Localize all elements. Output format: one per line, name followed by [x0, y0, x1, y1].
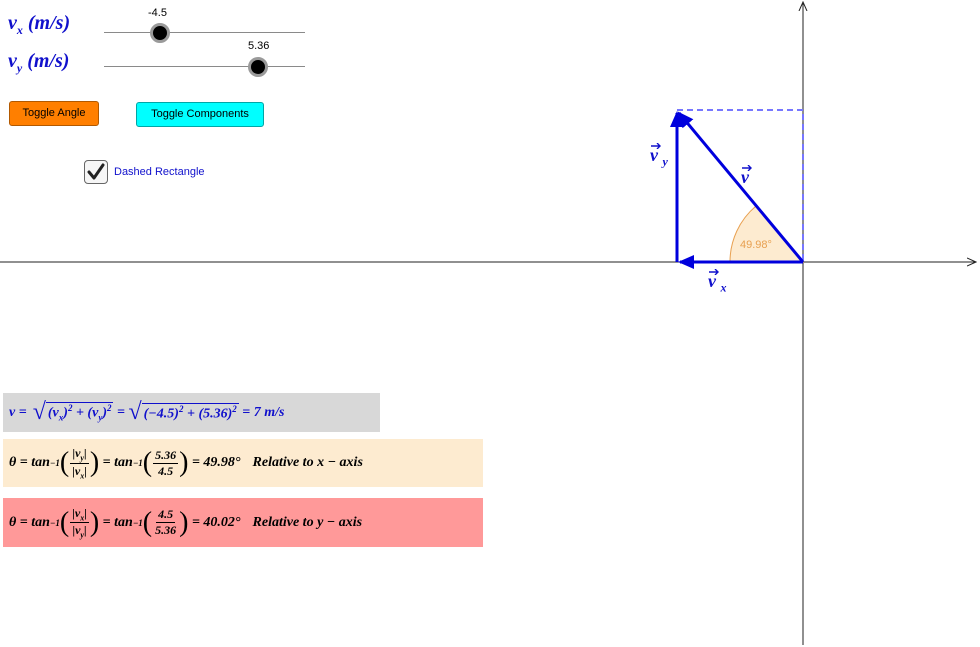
sqrt-icon: √ — [128, 399, 142, 425]
vector-vx-label: v x — [708, 269, 727, 296]
theta-y-num-close: | — [84, 505, 87, 520]
magnitude-n2-exp: 2 — [232, 403, 237, 414]
theta-x-lhs: θ = tan — [9, 455, 50, 470]
vector-arrow-icon — [651, 143, 661, 149]
vector-vy-label: v y — [650, 143, 668, 170]
vx-slider-knob[interactable] — [150, 23, 170, 43]
vy-slider-knob[interactable] — [248, 57, 268, 77]
theta-x-num-close: | — [83, 446, 87, 461]
theta-y-den-close: | — [83, 523, 87, 537]
magnitude-equals: = — [113, 404, 129, 420]
vy-slider-track[interactable] — [104, 66, 305, 67]
vector-arrow-icon — [709, 269, 719, 275]
theta-y-den-val: 5.36 — [155, 523, 177, 537]
theta-x-num-val: 5.36 — [153, 447, 179, 464]
dashed-rectangle-toggle[interactable]: Dashed Rectangle — [84, 160, 205, 184]
vector-vy-symbol: v — [650, 143, 663, 165]
magnitude-result: = 7 m/s — [238, 404, 285, 420]
theta-x-den-close: | — [84, 463, 87, 478]
theta-y-num-val: 4.5 — [156, 507, 176, 523]
magnitude-term2: (v — [87, 405, 99, 421]
vx-unit: (m/s) — [22, 12, 71, 34]
magnitude-lhs: v = — [9, 404, 27, 420]
vector-v-symbol: v — [741, 165, 752, 187]
vy-unit: (m/s) — [22, 50, 70, 72]
theta-y-num-sym: |v — [72, 505, 81, 520]
magnitude-term2-exp: 2 — [106, 403, 112, 414]
theta-x-formula: θ = tan −1 (|vy| |vx|) = tan −1 (5.36 4.5) =… — [3, 439, 483, 487]
magnitude-n1: (−4.5) — [143, 406, 179, 422]
graph-canvas[interactable] — [0, 0, 980, 647]
theta-y-result: = 40.02° — [188, 514, 241, 530]
vy-symbol: v — [8, 50, 17, 72]
theta-y-equals: = tan — [99, 514, 133, 530]
vx-slider[interactable] — [104, 22, 305, 43]
vx-symbol: v — [8, 12, 17, 34]
vy-slider-value: 5.36 — [248, 40, 270, 52]
sqrt-icon: √ — [32, 399, 46, 425]
vector-vx-symbol: v — [708, 269, 721, 291]
theta-x-inverse-exp: −1 — [49, 458, 60, 468]
theta-y-symbolic-fraction: |vx| |vy| — [70, 505, 89, 539]
magnitude-term1: (v — [47, 405, 59, 421]
theta-x-equals: = tan — [99, 455, 133, 470]
theta-y-inverse-exp-2: −1 — [132, 517, 143, 528]
magnitude-sqrt-numeric: (−4.5)2 + (5.36)2 — [141, 402, 239, 423]
dashed-rectangle-label: Dashed Rectangle — [114, 166, 205, 178]
theta-y-inverse-exp: −1 — [49, 517, 60, 528]
magnitude-plus-2: + — [183, 406, 199, 422]
theta-x-numeric-fraction: 5.36 4.5 — [153, 447, 179, 479]
theta-y-note: Relative to y − axis — [252, 514, 363, 530]
magnitude-sqrt-symbolic: (vx)2 + (vy)2 — [45, 402, 114, 423]
checkmark-icon — [87, 163, 105, 180]
theta-x-den-sym: |v — [72, 463, 81, 478]
theta-x-inverse-exp-2: −1 — [132, 458, 143, 468]
vector-arrow-icon — [742, 165, 752, 171]
vector-v-label: v — [741, 165, 752, 188]
theta-x-den-val: 4.5 — [158, 463, 174, 478]
vector-vx-subscript: x — [720, 280, 727, 295]
theta-y-lhs: θ = tan — [9, 514, 50, 530]
toggle-angle-button[interactable]: Toggle Angle — [9, 101, 99, 126]
vx-slider-value: -4.5 — [148, 7, 167, 19]
vx-slider-track[interactable] — [104, 32, 305, 33]
theta-y-formula: θ = tan −1 (|vx| |vy|) = tan −1 (4.5 5.36) =… — [3, 498, 483, 547]
vy-slider-label: vy (m/s) — [8, 50, 69, 76]
magnitude-plus-1: + — [72, 405, 88, 421]
vy-slider[interactable] — [104, 56, 305, 77]
vector-vy-subscript: y — [662, 154, 668, 169]
theta-x-symbolic-fraction: |vy| |vx| — [70, 446, 89, 480]
theta-x-result: = 49.98° — [188, 455, 241, 470]
angle-wedge — [729, 205, 805, 263]
theta-y-numeric-fraction: 4.5 5.36 — [153, 507, 178, 538]
toggle-components-button[interactable]: Toggle Components — [136, 102, 264, 127]
theta-x-note: Relative to x − axis — [252, 455, 363, 470]
angle-label: 49.98° — [740, 239, 772, 251]
magnitude-n2: (5.36) — [198, 406, 233, 422]
vx-slider-label: vx (m/s) — [8, 12, 70, 38]
dashed-rectangle-checkbox[interactable] — [84, 160, 108, 184]
magnitude-formula: v = √ (vx)2 + (vy)2 = √ (−4.5)2 + (5.36)2 … — [3, 393, 380, 432]
